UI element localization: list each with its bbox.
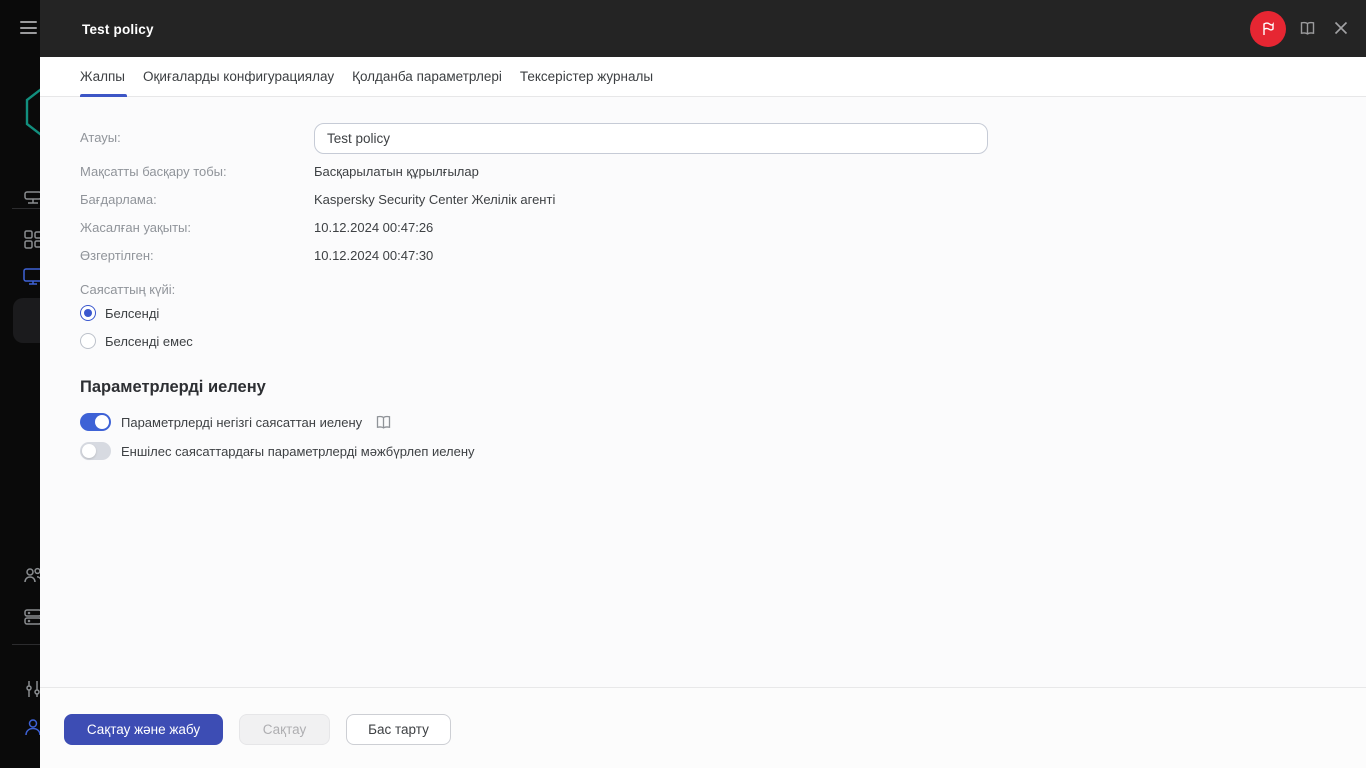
sidebar-item-selected[interactable] <box>13 298 40 343</box>
dialog-footer: Сақтау және жабу Сақтау Бас тарту <box>40 687 1366 768</box>
force-inherit-children-label: Еншілес саясаттардағы параметрлерді мәжб… <box>121 443 475 459</box>
general-tab-content: Атауы: Мақсатты басқару тобы: Басқарылат… <box>40 97 1366 687</box>
sidebar-divider <box>12 644 40 645</box>
help-book-icon[interactable] <box>375 414 392 431</box>
application-label: Бағдарлама: <box>80 192 157 207</box>
modified-value: 10.12.2024 00:47:30 <box>314 248 434 263</box>
policy-name-input[interactable] <box>314 123 988 154</box>
help-book-button[interactable] <box>1299 20 1316 37</box>
application-value: Kaspersky Security Center Желілік агенті <box>314 192 556 207</box>
created-label: Жасалған уақыты: <box>80 220 191 235</box>
radio-active-label: Белсенді <box>105 305 160 321</box>
save-and-close-button[interactable]: Сақтау және жабу <box>64 714 223 745</box>
radio-inactive-control[interactable] <box>80 333 96 349</box>
inherit-settings-heading: Параметрлерді иелену <box>80 378 266 396</box>
target-group-label: Мақсатты басқару тобы: <box>80 164 227 179</box>
tab-application-settings[interactable]: Қолданба параметрлері <box>352 57 502 96</box>
notification-flag-button[interactable] <box>1250 11 1286 47</box>
close-button[interactable] <box>1333 20 1349 36</box>
console-settings-icon[interactable] <box>22 678 40 700</box>
radio-active[interactable]: Белсенді <box>80 305 159 321</box>
policy-properties-window: Test policy Жалпы Оқиғаларды конфигураци… <box>40 0 1366 768</box>
inherit-from-parent-label: Параметрлерді негізгі саясаттан иелену <box>121 414 363 430</box>
repositories-icon[interactable] <box>22 606 40 628</box>
flag-icon <box>1263 21 1274 35</box>
close-icon <box>1334 21 1348 35</box>
tab-revision-history[interactable]: Тексерістер журналы <box>520 57 653 96</box>
radio-active-control[interactable] <box>80 305 96 321</box>
radio-inactive-label: Белсенді емес <box>105 333 193 349</box>
account-icon[interactable] <box>22 716 40 738</box>
created-value: 10.12.2024 00:47:26 <box>314 220 434 235</box>
target-group-value: Басқарылатын құрылғылар <box>314 164 479 179</box>
devices-icon[interactable] <box>22 266 40 288</box>
window-title: Test policy <box>82 22 154 37</box>
app-sidebar <box>0 0 40 768</box>
kaspersky-logo-icon <box>25 88 40 136</box>
policy-status-label: Саясаттың күйі: <box>80 282 176 297</box>
modified-label: Өзгертілген: <box>80 248 154 263</box>
inherit-from-parent-toggle-row[interactable]: Параметрлерді негізгі саясаттан иелену <box>80 413 392 431</box>
sidebar-divider <box>12 208 40 209</box>
force-inherit-children-toggle-row[interactable]: Еншілес саясаттардағы параметрлерді мәжб… <box>80 442 475 460</box>
menu-icon[interactable] <box>20 21 37 36</box>
force-inherit-children-toggle[interactable] <box>80 442 111 460</box>
users-roles-icon[interactable] <box>22 564 40 586</box>
save-button[interactable]: Сақтау <box>239 714 330 745</box>
tab-general[interactable]: Жалпы <box>80 57 128 97</box>
name-label: Атауы: <box>80 130 121 145</box>
discovery-deployment-icon[interactable] <box>22 228 40 250</box>
tab-bar: Жалпы Оқиғаларды конфигурациялау Қолданб… <box>40 57 1366 97</box>
radio-inactive[interactable]: Белсенді емес <box>80 333 193 349</box>
book-icon <box>1300 21 1315 35</box>
administration-server-icon[interactable] <box>22 186 40 208</box>
tab-event-configuration[interactable]: Оқиғаларды конфигурациялау <box>143 57 334 96</box>
inherit-from-parent-toggle[interactable] <box>80 413 111 431</box>
cancel-button[interactable]: Бас тарту <box>346 714 451 745</box>
window-header: Test policy <box>40 0 1366 57</box>
